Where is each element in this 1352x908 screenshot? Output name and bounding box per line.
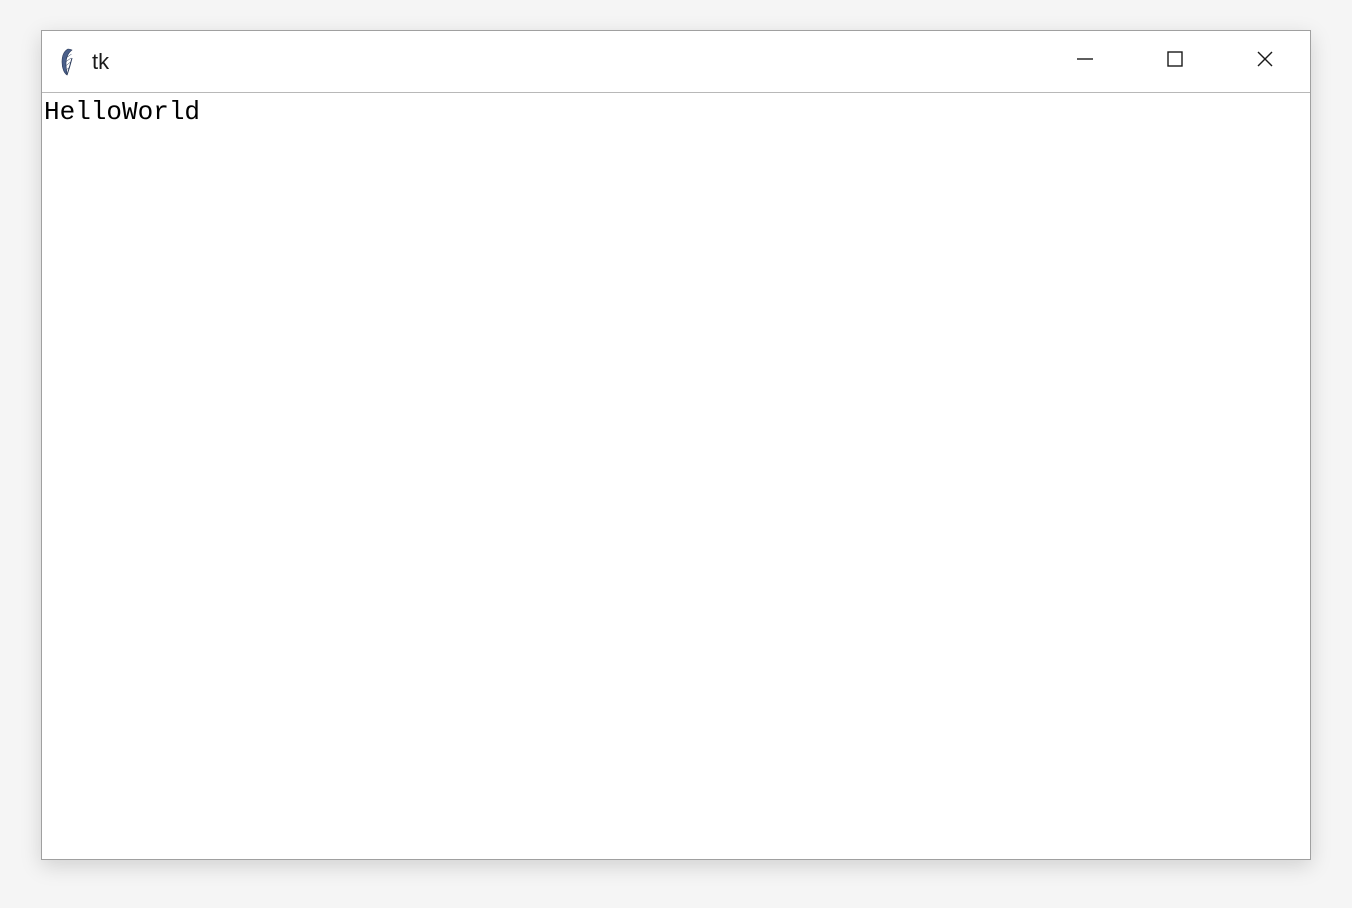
close-button[interactable] — [1220, 31, 1310, 92]
maximize-button[interactable] — [1130, 31, 1220, 92]
client-area: HelloWorld — [42, 93, 1310, 859]
window-title: tk — [92, 49, 109, 75]
close-icon — [1255, 49, 1275, 74]
hello-label: HelloWorld — [44, 97, 200, 127]
maximize-icon — [1165, 49, 1185, 74]
feather-icon — [56, 47, 80, 77]
title-bar[interactable]: tk — [42, 31, 1310, 93]
minimize-button[interactable] — [1040, 31, 1130, 92]
title-bar-left: tk — [56, 47, 109, 77]
window-controls — [1040, 31, 1310, 92]
app-window: tk — [41, 30, 1311, 860]
minimize-icon — [1075, 49, 1095, 74]
